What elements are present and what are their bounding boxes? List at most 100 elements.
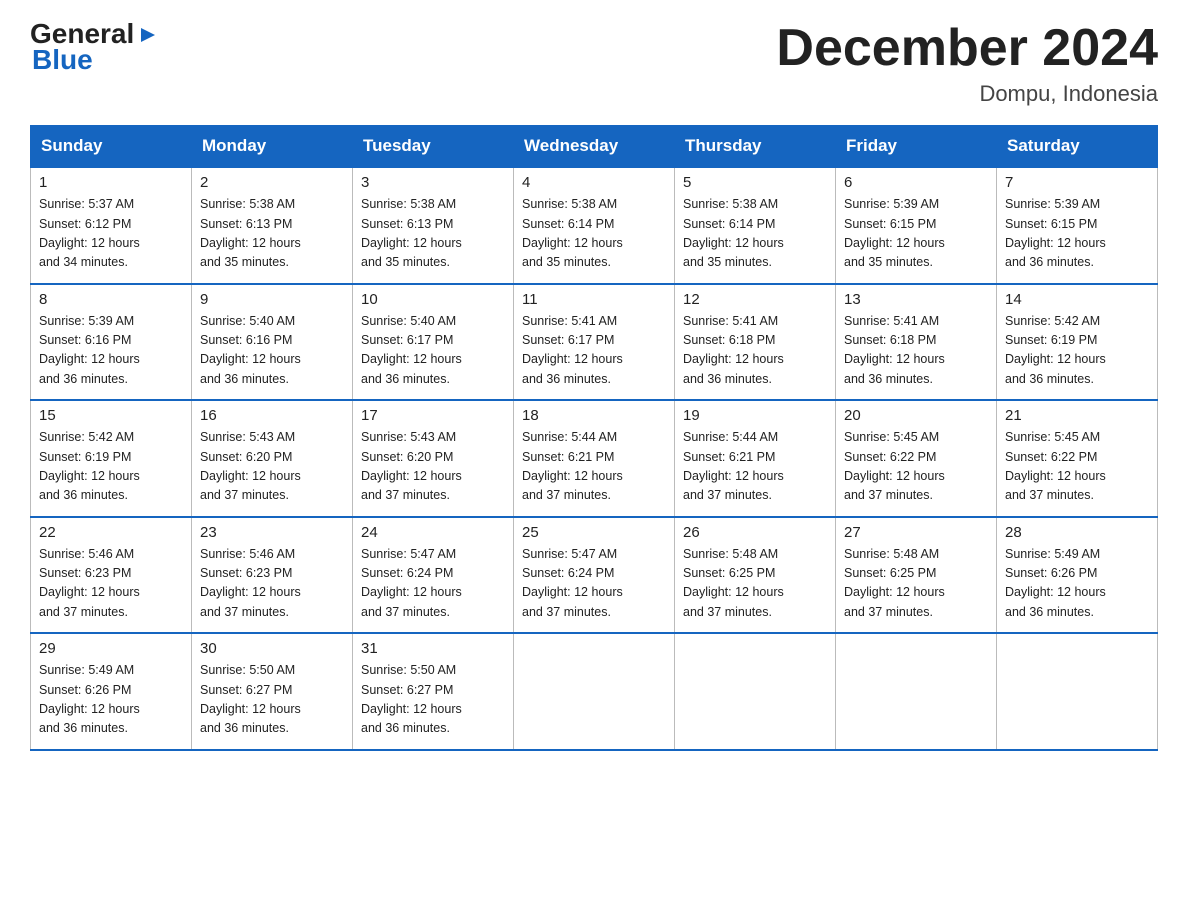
calendar-cell: 15 Sunrise: 5:42 AMSunset: 6:19 PMDayligh… bbox=[31, 400, 192, 517]
day-number: 20 bbox=[844, 407, 988, 424]
day-number: 15 bbox=[39, 407, 183, 424]
calendar-cell: 17 Sunrise: 5:43 AMSunset: 6:20 PMDayligh… bbox=[353, 400, 514, 517]
day-number: 27 bbox=[844, 524, 988, 541]
day-number: 9 bbox=[200, 291, 344, 308]
day-number: 4 bbox=[522, 174, 666, 191]
day-number: 12 bbox=[683, 291, 827, 308]
calendar-cell bbox=[997, 633, 1158, 750]
day-info: Sunrise: 5:41 AMSunset: 6:17 PMDaylight:… bbox=[522, 312, 666, 390]
calendar-cell: 19Sunrise: 5:44 AMSunset: 6:21 PMDayligh… bbox=[675, 400, 836, 517]
day-info: Sunrise: 5:50 AMSunset: 6:27 PMDaylight:… bbox=[200, 661, 344, 739]
day-info: Sunrise: 5:49 AMSunset: 6:26 PMDaylight:… bbox=[1005, 545, 1149, 623]
day-info: Sunrise: 5:49 AMSunset: 6:26 PMDaylight:… bbox=[39, 661, 183, 739]
day-info: Sunrise: 5:48 AMSunset: 6:25 PMDaylight:… bbox=[683, 545, 827, 623]
calendar-week-row: 15 Sunrise: 5:42 AMSunset: 6:19 PMDayligh… bbox=[31, 400, 1158, 517]
calendar-table: SundayMondayTuesdayWednesdayThursdayFrid… bbox=[30, 125, 1158, 751]
day-number: 23 bbox=[200, 524, 344, 541]
calendar-cell: 11Sunrise: 5:41 AMSunset: 6:17 PMDayligh… bbox=[514, 284, 675, 401]
calendar-cell: 25 Sunrise: 5:47 AMSunset: 6:24 PMDayligh… bbox=[514, 517, 675, 634]
day-info: Sunrise: 5:48 AMSunset: 6:25 PMDaylight:… bbox=[844, 545, 988, 623]
month-year-title: December 2024 bbox=[776, 20, 1158, 77]
day-info: Sunrise: 5:38 AMSunset: 6:13 PMDaylight:… bbox=[200, 195, 344, 273]
weekday-header-wednesday: Wednesday bbox=[514, 126, 675, 168]
day-info: Sunrise: 5:39 AMSunset: 6:15 PMDaylight:… bbox=[1005, 195, 1149, 273]
page-header: General Blue December 2024 Dompu, Indone… bbox=[30, 20, 1158, 107]
calendar-cell: 24 Sunrise: 5:47 AMSunset: 6:24 PMDayligh… bbox=[353, 517, 514, 634]
location-subtitle: Dompu, Indonesia bbox=[776, 81, 1158, 107]
calendar-cell: 13Sunrise: 5:41 AMSunset: 6:18 PMDayligh… bbox=[836, 284, 997, 401]
day-number: 5 bbox=[683, 174, 827, 191]
day-info: Sunrise: 5:38 AMSunset: 6:13 PMDaylight:… bbox=[361, 195, 505, 273]
day-number: 18 bbox=[522, 407, 666, 424]
calendar-cell: 2 Sunrise: 5:38 AMSunset: 6:13 PMDaylight… bbox=[192, 167, 353, 284]
day-info: Sunrise: 5:46 AMSunset: 6:23 PMDaylight:… bbox=[39, 545, 183, 623]
logo: General Blue bbox=[30, 20, 159, 76]
day-info: Sunrise: 5:47 AMSunset: 6:24 PMDaylight:… bbox=[522, 545, 666, 623]
day-info: Sunrise: 5:41 AMSunset: 6:18 PMDaylight:… bbox=[844, 312, 988, 390]
day-number: 26 bbox=[683, 524, 827, 541]
day-number: 22 bbox=[39, 524, 183, 541]
calendar-cell bbox=[675, 633, 836, 750]
day-info: Sunrise: 5:38 AMSunset: 6:14 PMDaylight:… bbox=[683, 195, 827, 273]
calendar-cell: 20 Sunrise: 5:45 AMSunset: 6:22 PMDayligh… bbox=[836, 400, 997, 517]
calendar-week-row: 1 Sunrise: 5:37 AMSunset: 6:12 PMDaylight… bbox=[31, 167, 1158, 284]
calendar-cell: 16 Sunrise: 5:43 AMSunset: 6:20 PMDayligh… bbox=[192, 400, 353, 517]
day-number: 28 bbox=[1005, 524, 1149, 541]
day-info: Sunrise: 5:38 AMSunset: 6:14 PMDaylight:… bbox=[522, 195, 666, 273]
calendar-cell: 7 Sunrise: 5:39 AMSunset: 6:15 PMDaylight… bbox=[997, 167, 1158, 284]
calendar-cell: 6 Sunrise: 5:39 AMSunset: 6:15 PMDaylight… bbox=[836, 167, 997, 284]
day-number: 16 bbox=[200, 407, 344, 424]
day-info: Sunrise: 5:47 AMSunset: 6:24 PMDaylight:… bbox=[361, 545, 505, 623]
day-info: Sunrise: 5:37 AMSunset: 6:12 PMDaylight:… bbox=[39, 195, 183, 273]
day-number: 7 bbox=[1005, 174, 1149, 191]
calendar-cell: 27 Sunrise: 5:48 AMSunset: 6:25 PMDayligh… bbox=[836, 517, 997, 634]
calendar-cell: 3 Sunrise: 5:38 AMSunset: 6:13 PMDaylight… bbox=[353, 167, 514, 284]
logo-blue: Blue bbox=[30, 44, 93, 76]
day-info: Sunrise: 5:41 AMSunset: 6:18 PMDaylight:… bbox=[683, 312, 827, 390]
calendar-cell: 12 Sunrise: 5:41 AMSunset: 6:18 PMDayligh… bbox=[675, 284, 836, 401]
day-info: Sunrise: 5:44 AMSunset: 6:21 PMDaylight:… bbox=[522, 428, 666, 506]
day-info: Sunrise: 5:39 AMSunset: 6:15 PMDaylight:… bbox=[844, 195, 988, 273]
calendar-cell: 28 Sunrise: 5:49 AMSunset: 6:26 PMDayligh… bbox=[997, 517, 1158, 634]
calendar-cell: 22 Sunrise: 5:46 AMSunset: 6:23 PMDayligh… bbox=[31, 517, 192, 634]
weekday-header-row: SundayMondayTuesdayWednesdayThursdayFrid… bbox=[31, 126, 1158, 168]
day-number: 2 bbox=[200, 174, 344, 191]
calendar-cell: 8 Sunrise: 5:39 AMSunset: 6:16 PMDaylight… bbox=[31, 284, 192, 401]
day-number: 8 bbox=[39, 291, 183, 308]
day-number: 1 bbox=[39, 174, 183, 191]
calendar-cell: 14 Sunrise: 5:42 AMSunset: 6:19 PMDayligh… bbox=[997, 284, 1158, 401]
day-info: Sunrise: 5:45 AMSunset: 6:22 PMDaylight:… bbox=[844, 428, 988, 506]
weekday-header-saturday: Saturday bbox=[997, 126, 1158, 168]
day-info: Sunrise: 5:43 AMSunset: 6:20 PMDaylight:… bbox=[200, 428, 344, 506]
day-number: 6 bbox=[844, 174, 988, 191]
day-info: Sunrise: 5:42 AMSunset: 6:19 PMDaylight:… bbox=[39, 428, 183, 506]
day-number: 17 bbox=[361, 407, 505, 424]
calendar-cell: 30 Sunrise: 5:50 AMSunset: 6:27 PMDayligh… bbox=[192, 633, 353, 750]
day-info: Sunrise: 5:44 AMSunset: 6:21 PMDaylight:… bbox=[683, 428, 827, 506]
day-info: Sunrise: 5:43 AMSunset: 6:20 PMDaylight:… bbox=[361, 428, 505, 506]
calendar-cell bbox=[514, 633, 675, 750]
weekday-header-friday: Friday bbox=[836, 126, 997, 168]
day-info: Sunrise: 5:50 AMSunset: 6:27 PMDaylight:… bbox=[361, 661, 505, 739]
day-info: Sunrise: 5:39 AMSunset: 6:16 PMDaylight:… bbox=[39, 312, 183, 390]
weekday-header-monday: Monday bbox=[192, 126, 353, 168]
day-number: 25 bbox=[522, 524, 666, 541]
logo-arrow-icon bbox=[137, 24, 159, 46]
weekday-header-tuesday: Tuesday bbox=[353, 126, 514, 168]
day-info: Sunrise: 5:42 AMSunset: 6:19 PMDaylight:… bbox=[1005, 312, 1149, 390]
weekday-header-sunday: Sunday bbox=[31, 126, 192, 168]
calendar-cell: 4 Sunrise: 5:38 AMSunset: 6:14 PMDaylight… bbox=[514, 167, 675, 284]
day-number: 21 bbox=[1005, 407, 1149, 424]
calendar-cell: 29 Sunrise: 5:49 AMSunset: 6:26 PMDayligh… bbox=[31, 633, 192, 750]
day-number: 29 bbox=[39, 640, 183, 657]
calendar-cell: 31Sunrise: 5:50 AMSunset: 6:27 PMDayligh… bbox=[353, 633, 514, 750]
day-info: Sunrise: 5:45 AMSunset: 6:22 PMDaylight:… bbox=[1005, 428, 1149, 506]
calendar-week-row: 8 Sunrise: 5:39 AMSunset: 6:16 PMDaylight… bbox=[31, 284, 1158, 401]
day-number: 3 bbox=[361, 174, 505, 191]
calendar-cell bbox=[836, 633, 997, 750]
weekday-header-thursday: Thursday bbox=[675, 126, 836, 168]
day-number: 24 bbox=[361, 524, 505, 541]
day-number: 30 bbox=[200, 640, 344, 657]
day-number: 14 bbox=[1005, 291, 1149, 308]
calendar-week-row: 22 Sunrise: 5:46 AMSunset: 6:23 PMDayligh… bbox=[31, 517, 1158, 634]
